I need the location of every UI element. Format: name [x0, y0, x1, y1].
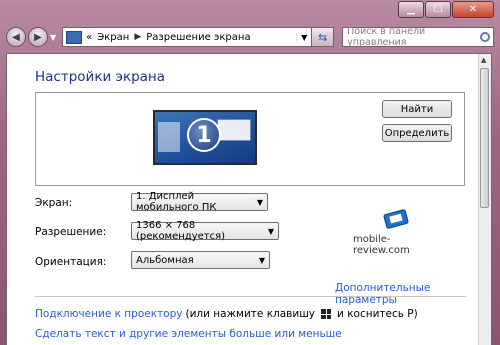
maximize-button[interactable]: ☐: [425, 1, 451, 18]
screen-select-value: 1. Дисплей мобильного ПК: [136, 191, 217, 213]
breadcrumb-prefix[interactable]: «: [86, 32, 92, 43]
breadcrumb-separator-icon[interactable]: ▶: [134, 32, 141, 42]
back-button[interactable]: ◀: [6, 27, 26, 47]
watermark: mobile-review.com: [347, 209, 437, 256]
refresh-button[interactable]: ⇆: [312, 27, 335, 47]
chevron-down-icon: ▼: [256, 197, 263, 207]
content-area: Настройки экрана 1 Найти Определить Экра…: [6, 53, 492, 345]
chevron-down-icon: ▼: [258, 255, 265, 265]
identify-button[interactable]: Определить: [382, 124, 452, 142]
resolution-select-value: 1366 × 768 (рекомендуется): [136, 220, 226, 242]
windows-key-icon: [321, 309, 332, 319]
refresh-icon: ⇆: [318, 30, 328, 44]
screen-select[interactable]: 1. Дисплей мобильного ПК ▼: [131, 191, 268, 213]
forward-arrow-icon: ▶: [34, 31, 42, 43]
window: ▁ ☐ ✕ ◀ ▶ ▼ « Экран ▶ Разрешение экрана …: [0, 0, 500, 345]
minimize-button[interactable]: ▁: [398, 1, 424, 18]
watermark-text: mobile-review.com: [353, 234, 410, 256]
search-input[interactable]: Поиск в панели управления: [342, 26, 494, 48]
monitor-1[interactable]: 1: [153, 110, 257, 165]
orientation-label: Ориентация:: [35, 256, 107, 268]
address-bar[interactable]: « Экран ▶ Разрешение экрана ▼: [62, 27, 313, 47]
monitor-number-badge: 1: [187, 118, 221, 152]
breadcrumb-item-screen[interactable]: Экран: [97, 32, 129, 43]
projector-hint-text-before: (или нажмите клавишу: [185, 308, 316, 320]
screen-label: Экран:: [35, 197, 73, 209]
orientation-select-value: Альбомная: [136, 254, 194, 266]
search-placeholder: Поиск в панели управления: [347, 26, 426, 48]
mobile-review-logo-icon: [383, 209, 409, 229]
chevron-down-icon: ▼: [267, 226, 274, 236]
display-arrangement-panel: 1 Найти Определить: [35, 92, 465, 186]
divider: [35, 296, 466, 297]
advanced-settings-link[interactable]: Дополнительные параметры: [335, 282, 491, 306]
close-button[interactable]: ✕: [452, 1, 494, 18]
forward-button[interactable]: ▶: [28, 27, 48, 47]
vertical-scrollbar[interactable]: ▲: [478, 54, 491, 345]
scroll-up-icon[interactable]: ▲: [481, 56, 486, 64]
close-icon: ✕: [468, 4, 478, 15]
maximize-icon: ☐: [433, 4, 443, 15]
recent-pages-dropdown[interactable]: ▼: [50, 33, 56, 42]
search-icon: [480, 32, 490, 42]
navigation-bar: ◀ ▶ ▼ « Экран ▶ Разрешение экрана ▼ ⇆ По…: [6, 24, 494, 50]
projector-link[interactable]: Подключение к проектору: [35, 308, 182, 320]
monitor-preview-window: [217, 119, 251, 141]
orientation-select[interactable]: Альбомная ▼: [131, 251, 270, 269]
caption-buttons: ▁ ☐ ✕: [398, 1, 494, 18]
back-arrow-icon: ◀: [12, 31, 20, 43]
projector-hint: Подключение к проектору (или нажмите кла…: [35, 308, 418, 320]
page-title: Настройки экрана: [35, 69, 166, 85]
find-button[interactable]: Найти: [382, 100, 452, 118]
resolution-select[interactable]: 1366 × 768 (рекомендуется) ▼: [131, 220, 279, 242]
control-panel-icon: [66, 30, 83, 44]
breadcrumb-item-resolution[interactable]: Разрешение экрана: [146, 32, 250, 43]
projector-hint-text-after: и коснитесь P): [337, 308, 418, 320]
scrollbar-thumb[interactable]: [480, 68, 489, 208]
address-dropdown-icon[interactable]: ▼: [296, 32, 311, 42]
monitor-preview-sidebar: [158, 122, 180, 152]
minimize-icon: ▁: [407, 4, 415, 15]
text-size-link[interactable]: Сделать текст и другие элементы больше и…: [35, 328, 342, 340]
resolution-label: Разрешение:: [35, 226, 107, 238]
